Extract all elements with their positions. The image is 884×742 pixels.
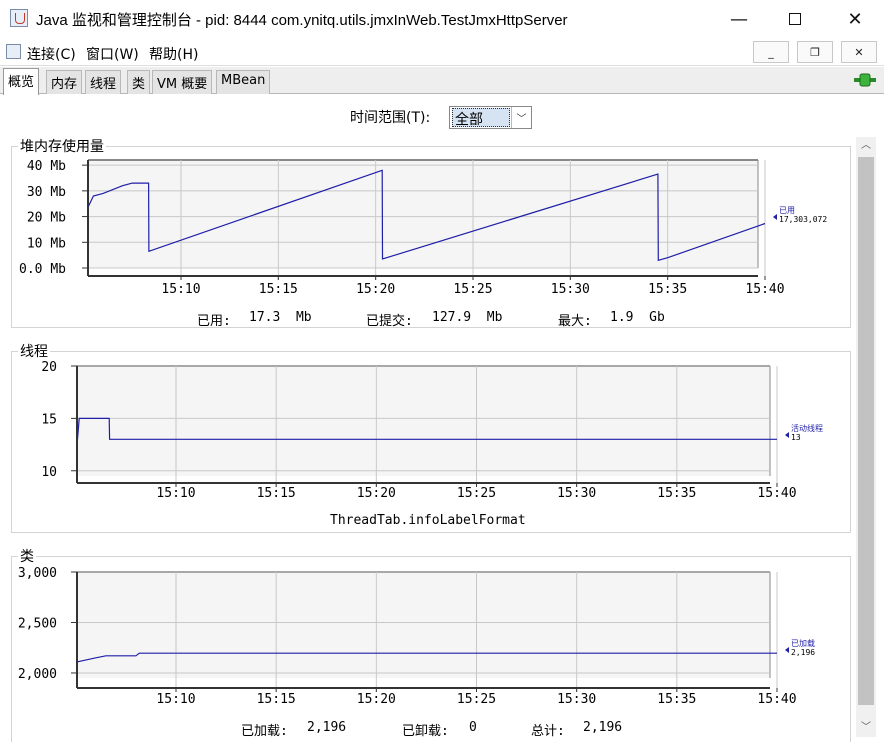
charts-layer: 15:10 15:15 15:20 15:25 15:30 15:35 15:40 0.0 M… (18, 159, 827, 707)
heap-used-value: 17.3 Mb (249, 310, 312, 325)
thread-info-label: ThreadTab.infoLabelFormat (330, 513, 526, 528)
class-x-tick-label: 15:30 (557, 692, 596, 707)
thread-x-tick-label: 15:25 (457, 486, 496, 501)
heap-legend-marker (773, 214, 777, 220)
heap-committed-label: 已提交: (366, 314, 413, 329)
heap-max-label: 最大: (558, 314, 592, 329)
thread-legend-marker (785, 432, 789, 438)
heap-y-tick-label: 30 Mb (27, 185, 66, 200)
thread-x-tick-label: 15:30 (557, 486, 596, 501)
heap-committed-value: 127.9 Mb (432, 310, 503, 325)
connection-icon[interactable] (854, 73, 876, 87)
thread-y-tick-label: 15 (41, 412, 57, 427)
class-legend-name: 已加载 (791, 638, 815, 648)
heap-used-label: 已用: (197, 314, 231, 329)
heap-legend-value: 17,303,072 (779, 215, 827, 224)
thread-x-tick-label: 15:15 (257, 486, 296, 501)
heap-y-tick-label: 20 Mb (27, 211, 66, 226)
heap-legend-name: 已用 (779, 206, 795, 215)
heap-x-tick-label: 15:15 (259, 282, 298, 297)
heap-x-tick-label: 15:35 (648, 282, 687, 297)
class-x-tick-label: 15:25 (457, 692, 496, 707)
class-x-tick-label: 15:20 (357, 692, 396, 707)
class-loaded-value: 2,196 (307, 720, 347, 735)
thread-plot-area (77, 366, 770, 476)
class-y-tick-label: 2,000 (18, 667, 57, 682)
heap-x-tick-label: 15:10 (161, 282, 200, 297)
class-unloaded-label: 已卸载: (402, 724, 449, 739)
scroll-down-icon[interactable]: ﹀ (856, 719, 876, 737)
thread-legend-name: 活动线程 (791, 423, 823, 433)
heap-y-tick-label: 0.0 Mb (19, 262, 66, 277)
class-x-tick-label: 15:40 (757, 692, 796, 707)
thread-x-tick-label: 15:10 (156, 486, 195, 501)
thread-x-tick-label: 15:20 (357, 486, 396, 501)
class-legend-value: 2,196 (791, 648, 815, 657)
class-y-tick-label: 2,500 (18, 616, 57, 631)
heap-x-tick-label: 15:40 (745, 282, 784, 297)
scroll-up-icon[interactable]: ︿ (856, 137, 876, 155)
heap-max-value: 1.9 Gb (610, 310, 665, 325)
scroll-thumb[interactable] (858, 157, 874, 705)
class-x-tick-label: 15:15 (257, 692, 296, 707)
class-total-value: 2,196 (583, 720, 623, 735)
class-x-tick-label: 15:10 (156, 692, 195, 707)
heap-x-tick-label: 15:30 (551, 282, 590, 297)
class-total-label: 总计: (531, 724, 565, 739)
vertical-scrollbar[interactable]: ︿ ﹀ (856, 137, 876, 737)
class-x-tick-label: 15:35 (657, 692, 696, 707)
thread-legend-value: 13 (791, 433, 801, 442)
thread-y-tick-label: 20 (41, 360, 57, 375)
thread-x-tick-label: 15:40 (757, 486, 796, 501)
class-unloaded-value: 0 (469, 720, 477, 735)
heap-x-tick-label: 15:20 (356, 282, 395, 297)
heap-y-tick-label: 10 Mb (27, 236, 66, 251)
thread-x-tick-label: 15:35 (657, 486, 696, 501)
heap-y-tick-label: 40 Mb (27, 159, 66, 174)
class-plot-area (77, 572, 770, 678)
class-y-tick-label: 3,000 (18, 566, 57, 581)
class-loaded-label: 已加载: (241, 724, 288, 739)
heap-x-tick-label: 15:25 (453, 282, 492, 297)
thread-y-tick-label: 10 (41, 465, 57, 480)
class-legend-marker (785, 647, 789, 653)
